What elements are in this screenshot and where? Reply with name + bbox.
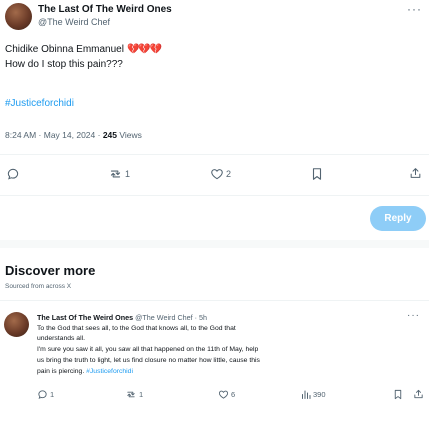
related-author-handle[interactable]: @The Weird Chef bbox=[135, 313, 193, 322]
share-action[interactable] bbox=[409, 166, 422, 180]
section-divider bbox=[0, 240, 429, 248]
share-icon bbox=[413, 388, 424, 400]
related-text-line5-body: pain is piercing. bbox=[37, 368, 87, 375]
author-handle[interactable]: @The Weird Chef bbox=[38, 17, 110, 27]
related-header: The Last Of The Weird Ones @The Weird Ch… bbox=[37, 313, 207, 322]
divider bbox=[0, 195, 429, 196]
related-reply-action[interactable]: 1 bbox=[37, 389, 54, 400]
post-text-line1: Chidike Obinna Emmanuel 💔💔💔 bbox=[5, 44, 162, 55]
post-time[interactable]: 8:24 AM · May 14, 2024 · bbox=[5, 130, 103, 140]
post-text-line2: How do I stop this pain??? bbox=[5, 59, 123, 70]
retweet-action[interactable]: 1 bbox=[108, 167, 130, 181]
related-like-count: 6 bbox=[231, 390, 236, 399]
views-icon bbox=[301, 389, 311, 400]
related-text-line2: understands all. bbox=[37, 335, 85, 342]
post-text-name: Chidike Obinna Emmanuel bbox=[5, 44, 124, 55]
related-views-count: 390 bbox=[313, 390, 326, 399]
views-label: Views bbox=[117, 130, 142, 140]
bookmark-icon bbox=[311, 167, 323, 181]
related-text-line4: us bring the truth to light, let us find… bbox=[37, 357, 260, 364]
more-options-button[interactable]: ··· bbox=[407, 2, 422, 16]
related-text-line5: pain is piercing. #Justiceforchidi bbox=[37, 368, 133, 375]
discover-subtitle: Sourced from across X bbox=[5, 283, 72, 290]
bookmark-icon bbox=[393, 389, 403, 400]
like-action[interactable]: 2 bbox=[210, 167, 231, 181]
reply-icon bbox=[6, 167, 20, 181]
bookmark-action[interactable] bbox=[311, 167, 323, 181]
broken-heart-icon: 💔💔💔 bbox=[126, 44, 162, 55]
retweet-icon bbox=[125, 389, 137, 400]
related-author-name[interactable]: The Last Of The Weird Ones bbox=[37, 313, 133, 322]
related-retweet-action[interactable]: 1 bbox=[125, 389, 143, 400]
reply-action[interactable] bbox=[6, 167, 23, 181]
related-like-action[interactable]: 6 bbox=[218, 389, 235, 400]
views-count: 245 bbox=[102, 130, 117, 140]
hashtag-link[interactable]: #Justiceforchidi bbox=[5, 98, 74, 109]
related-more-options-button[interactable]: ··· bbox=[407, 310, 420, 321]
divider bbox=[0, 154, 429, 155]
avatar[interactable] bbox=[5, 3, 32, 30]
divider bbox=[0, 300, 429, 301]
reply-button[interactable]: Reply bbox=[370, 206, 426, 231]
retweet-count: 1 bbox=[125, 169, 131, 179]
related-age[interactable]: · 5h bbox=[193, 313, 207, 322]
reply-icon bbox=[37, 389, 48, 400]
related-share-action[interactable] bbox=[413, 388, 424, 400]
related-hashtag-link[interactable]: #Justiceforchidi bbox=[86, 368, 133, 375]
related-text-line3: I'm sure you saw it all, you saw all tha… bbox=[37, 346, 259, 353]
related-retweet-count: 1 bbox=[139, 390, 144, 399]
related-text-line1: To the God that sees all, to the God tha… bbox=[37, 325, 236, 332]
author-name[interactable]: The Last Of The Weird Ones bbox=[38, 4, 172, 15]
heart-icon bbox=[218, 389, 229, 400]
related-reply-count: 1 bbox=[50, 390, 55, 399]
avatar[interactable] bbox=[4, 312, 29, 337]
heart-icon bbox=[210, 167, 224, 181]
related-bookmark-action[interactable] bbox=[393, 389, 403, 400]
related-views-action[interactable]: 390 bbox=[301, 389, 326, 400]
post-timestamp[interactable]: 8:24 AM · May 14, 2024 · 245 Views bbox=[5, 130, 142, 140]
share-icon bbox=[409, 166, 422, 180]
retweet-icon bbox=[108, 167, 123, 181]
discover-title: Discover more bbox=[5, 263, 96, 278]
like-count: 2 bbox=[226, 169, 232, 179]
